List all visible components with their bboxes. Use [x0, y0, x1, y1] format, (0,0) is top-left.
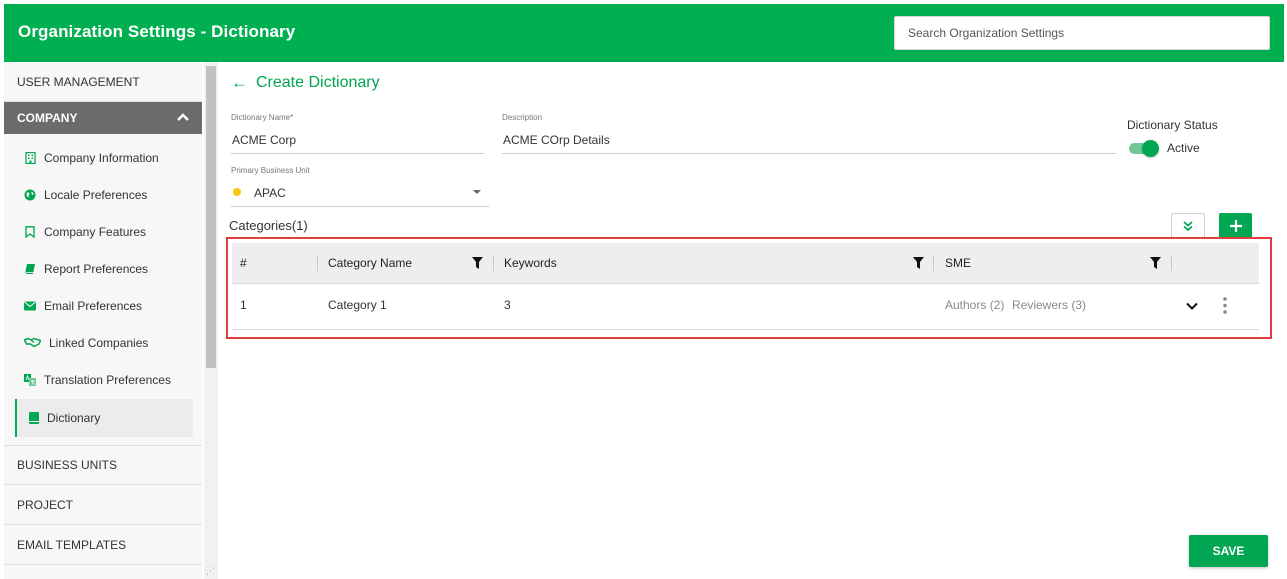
required-mark: * — [290, 113, 294, 122]
row-category-name: Category 1 — [328, 298, 387, 312]
sidebar-scrollbar-thumb[interactable] — [206, 66, 216, 368]
sidebar-item-locale-preferences[interactable]: Locale Preferences — [15, 176, 193, 213]
table-row[interactable]: 1 Category 1 3 Authors (2) Reviewers (3) — [232, 285, 1259, 330]
sidebar-item-label: Translation Preferences — [44, 372, 171, 387]
row-keywords: 3 — [504, 298, 511, 312]
sidebar-item-label: Locale Preferences — [44, 187, 148, 202]
sidebar-section-label: PROJECT — [17, 497, 74, 512]
sidebar-section-email-templates[interactable]: EMAIL TEMPLATES — [4, 525, 202, 565]
sidebar-item-label: Company Information — [44, 150, 159, 165]
handshake-icon — [24, 337, 41, 349]
plus-icon — [1229, 219, 1242, 232]
sidebar-section-label: EMAIL TEMPLATES — [17, 537, 127, 552]
sidebar-section-business-units[interactable]: BUSINESS UNITS — [4, 445, 202, 485]
envelope-icon — [24, 300, 36, 312]
more-vertical-icon[interactable] — [1222, 296, 1228, 316]
sidebar-item-report-preferences[interactable]: Report Preferences — [15, 250, 193, 287]
dictionary-name-label: Dictionary Name* — [231, 113, 294, 122]
description-underline — [502, 153, 1116, 154]
sidebar-item-label: Dictionary — [47, 411, 101, 425]
toggle-knob — [1142, 140, 1159, 157]
dictionary-name-field[interactable]: ACME Corp — [232, 133, 296, 147]
dictionary-icon — [29, 412, 39, 424]
sidebar-section-label: USER MANAGEMENT — [17, 74, 140, 89]
description-label: Description — [502, 113, 543, 122]
double-chevron-down-icon — [1183, 220, 1193, 231]
save-button[interactable]: SAVE — [1189, 535, 1268, 567]
arrow-left-icon: ← — [231, 73, 248, 92]
sidebar-section-project[interactable]: PROJECT — [4, 485, 202, 525]
filter-icon[interactable] — [1150, 257, 1161, 269]
primary-business-unit-select[interactable]: APAC — [254, 186, 286, 200]
column-separator — [317, 256, 318, 271]
sidebar-item-dictionary[interactable]: Dictionary — [15, 399, 193, 437]
dictionary-name-underline — [231, 153, 484, 154]
filter-icon[interactable] — [913, 257, 924, 269]
globe-icon — [24, 189, 36, 201]
add-category-button[interactable] — [1219, 213, 1252, 238]
sidebar-item-label: Linked Companies — [49, 335, 149, 350]
resize-grip-icon[interactable]: ⋰ — [206, 566, 215, 577]
app-frame: Organization Settings - Dictionary USER … — [0, 0, 1287, 579]
filter-icon[interactable] — [472, 257, 483, 269]
column-separator — [933, 256, 934, 271]
row-sme-reviewers-link[interactable]: Reviewers (3) — [1012, 298, 1086, 312]
form-title: Create Dictionary — [256, 74, 380, 91]
sidebar-item-company-information[interactable]: Company Information — [15, 139, 193, 176]
sidebar-section-label: COMPANY — [17, 111, 78, 125]
column-header-category-name[interactable]: Category Name — [328, 256, 412, 270]
book-icon — [24, 263, 36, 275]
dictionary-status-toggle[interactable] — [1127, 140, 1159, 157]
sidebar-item-translation-preferences[interactable]: Translation Preferences — [15, 361, 193, 398]
sidebar-item-linked-companies[interactable]: Linked Companies — [15, 324, 193, 361]
sidebar: USER MANAGEMENT COMPANY Company Informat… — [4, 62, 202, 579]
column-header-sme[interactable]: SME — [945, 256, 971, 270]
categories-heading: Categories(1) — [229, 218, 308, 233]
sidebar-section-label: BUSINESS UNITS — [17, 458, 118, 472]
table-header: # Category Name Keywords SME — [232, 243, 1259, 284]
sidebar-section-user-management[interactable]: USER MANAGEMENT — [4, 62, 202, 102]
chevron-down-icon[interactable] — [1185, 299, 1199, 313]
search-input[interactable] — [894, 16, 1270, 50]
translate-icon — [24, 373, 36, 386]
column-header-index: # — [240, 256, 247, 270]
description-field[interactable]: ACME COrp Details — [503, 133, 610, 147]
row-sme-authors-link[interactable]: Authors (2) — [945, 298, 1004, 312]
column-separator — [493, 256, 494, 271]
sidebar-item-label: Company Features — [44, 224, 147, 239]
sidebar-item-company-features[interactable]: Company Features — [15, 213, 193, 250]
dictionary-status-label: Dictionary Status — [1127, 118, 1218, 132]
business-unit-color-dot — [233, 188, 241, 196]
row-index: 1 — [240, 298, 247, 312]
sidebar-item-email-preferences[interactable]: Email Preferences — [15, 287, 193, 324]
dropdown-caret-icon[interactable] — [473, 190, 481, 194]
business-unit-underline — [231, 206, 489, 207]
page-title: Organization Settings - Dictionary — [18, 22, 296, 41]
column-separator — [1171, 256, 1172, 271]
sidebar-item-label: Report Preferences — [44, 261, 149, 276]
bookmark-icon — [24, 225, 36, 238]
chevron-up-icon[interactable] — [176, 110, 190, 124]
back-link[interactable]: ← Create Dictionary — [231, 73, 380, 93]
sidebar-item-label: Email Preferences — [44, 298, 143, 313]
primary-business-unit-label: Primary Business Unit — [231, 166, 310, 175]
building-icon — [24, 151, 36, 164]
column-header-keywords[interactable]: Keywords — [504, 256, 557, 270]
sidebar-section-company[interactable]: COMPANY — [4, 102, 202, 134]
expand-all-button[interactable] — [1171, 213, 1205, 238]
app-header: Organization Settings - Dictionary — [4, 4, 1284, 62]
dictionary-status-value: Active — [1167, 141, 1200, 155]
